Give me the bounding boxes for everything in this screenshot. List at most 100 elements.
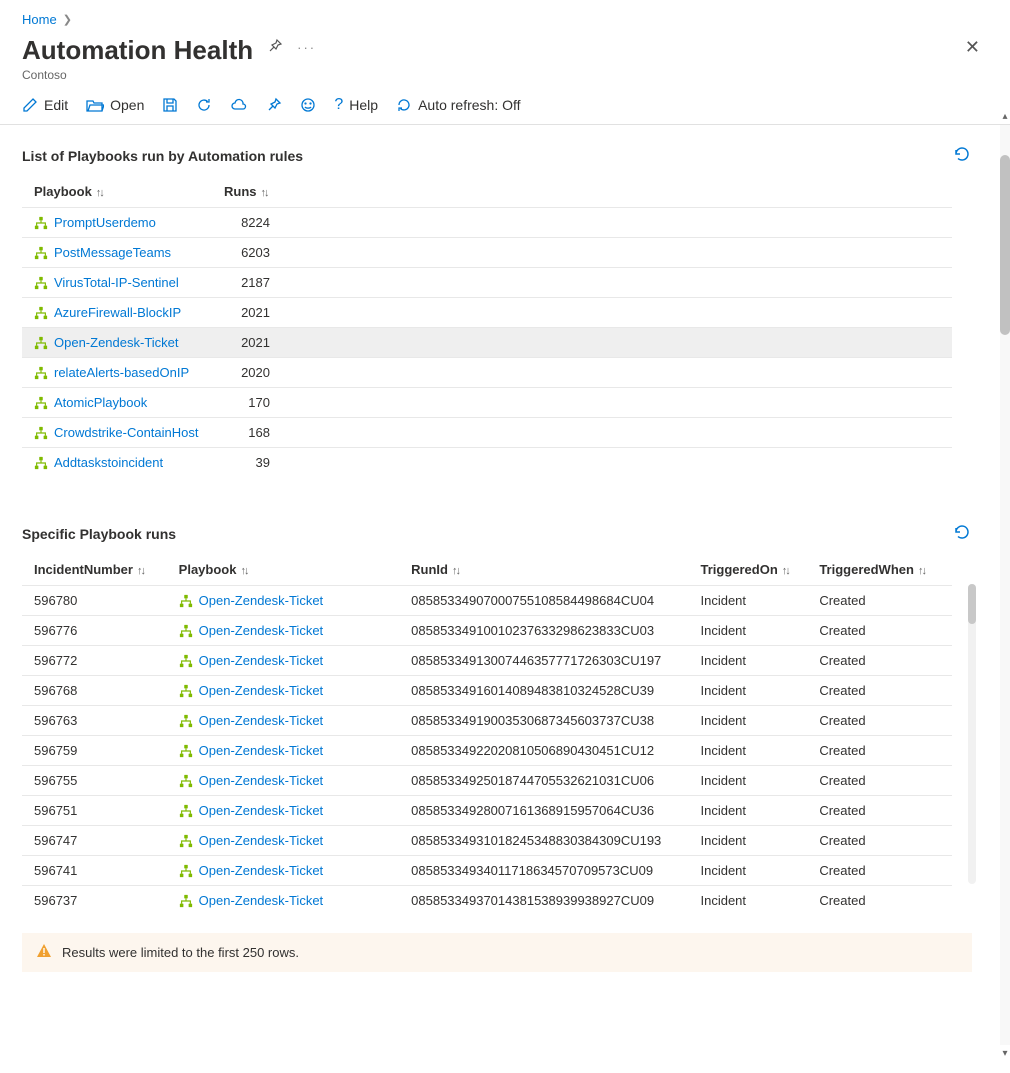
playbook-link[interactable]: Open-Zendesk-Ticket [199, 773, 324, 788]
col-triggeredwhen[interactable]: TriggeredWhen↑↓ [807, 554, 952, 586]
triggered-on: Incident [688, 766, 807, 796]
logicapp-icon [179, 834, 193, 848]
playbook-link[interactable]: Addtaskstoincident [54, 455, 163, 470]
table-row[interactable]: Addtaskstoincident 39 [22, 448, 952, 478]
run-id: 08585334916014089483810324528CU39 [399, 676, 688, 706]
table-row[interactable]: AzureFirewall-BlockIP 2021 [22, 298, 952, 328]
table-row[interactable]: 596741Open-Zendesk-Ticket085853349340117… [22, 856, 952, 886]
triggered-on: Incident [688, 796, 807, 826]
playbook-link[interactable]: PromptUserdemo [54, 215, 156, 230]
playbook-link[interactable]: Crowdstrike-ContainHost [54, 425, 199, 440]
run-id: 08585334910010237633298623833CU03 [399, 616, 688, 646]
section2-title: Specific Playbook runs [22, 526, 176, 542]
logicapp-icon [179, 654, 193, 668]
cloud-icon[interactable] [230, 98, 248, 112]
run-id: 08585334931018245348830384309CU193 [399, 826, 688, 856]
playbook-link[interactable]: PostMessageTeams [54, 245, 171, 260]
autorefresh-button[interactable]: Auto refresh: Off [396, 97, 520, 113]
run-id: 08585334913007446357771726303CU197 [399, 646, 688, 676]
page-scrollbar[interactable]: ▴ ▾ [1000, 125, 1010, 1045]
open-button[interactable]: Open [86, 97, 144, 113]
playbook-link[interactable]: VirusTotal-IP-Sentinel [54, 275, 179, 290]
help-button[interactable]: ? Help [334, 96, 378, 114]
playbook-link[interactable]: Open-Zendesk-Ticket [54, 335, 179, 350]
run-id: 08585334919003530687345603737CU38 [399, 706, 688, 736]
triggered-on: Incident [688, 646, 807, 676]
triggered-when: Created [807, 886, 952, 916]
playbook-link[interactable]: AzureFirewall-BlockIP [54, 305, 181, 320]
table-row[interactable]: 596780Open-Zendesk-Ticket085853349070007… [22, 586, 952, 616]
playbook-link[interactable]: Open-Zendesk-Ticket [199, 713, 324, 728]
playbook-link[interactable]: Open-Zendesk-Ticket [199, 653, 324, 668]
pin-icon[interactable] [267, 38, 283, 57]
playbook-link[interactable]: Open-Zendesk-Ticket [199, 863, 324, 878]
table-row[interactable]: 596768Open-Zendesk-Ticket085853349160140… [22, 676, 952, 706]
table-row[interactable]: PostMessageTeams6203 [22, 238, 952, 268]
help-icon: ? [334, 96, 343, 114]
table-row[interactable]: 596776 Open-Zendesk-Ticket 085853349100102… [22, 616, 952, 646]
playbook-link[interactable]: Open-Zendesk-Ticket [199, 593, 324, 608]
triggered-on: Incident [688, 856, 807, 886]
logicapp-icon [179, 774, 193, 788]
table-row[interactable]: 596772Open-Zendesk-Ticket085853349130074… [22, 646, 952, 676]
playbook-link[interactable]: AtomicPlaybook [54, 395, 147, 410]
table-row[interactable]: PromptUserdemo8224 [22, 208, 952, 238]
runs-value: 39 [212, 448, 282, 478]
triggered-when: Created [807, 796, 952, 826]
triggered-when: Created [807, 706, 952, 736]
logicapp-icon [179, 864, 193, 878]
runs-value: 170 [212, 388, 282, 418]
table-row[interactable]: VirusTotal-IP-Sentinel2187 [22, 268, 952, 298]
more-icon[interactable]: ··· [297, 40, 316, 55]
table-row[interactable]: relateAlerts-basedOnIP 2020 [22, 358, 952, 388]
undo-icon[interactable] [952, 145, 970, 166]
table-row[interactable]: 596759Open-Zendesk-Ticket085853349220208… [22, 736, 952, 766]
incident-number: 596776 [22, 616, 167, 646]
logicapp-icon [34, 216, 48, 230]
save-icon[interactable] [162, 97, 178, 113]
logicapp-icon [34, 276, 48, 290]
playbook-link[interactable]: Open-Zendesk-Ticket [199, 743, 324, 758]
runs-value: 2020 [212, 358, 282, 388]
playbook-link[interactable]: relateAlerts-basedOnIP [54, 365, 189, 380]
table-row[interactable]: 596751Open-Zendesk-Ticket085853349280071… [22, 796, 952, 826]
incident-number: 596755 [22, 766, 167, 796]
table-scrollbar[interactable] [968, 584, 976, 884]
playbook-link[interactable]: Open-Zendesk-Ticket [199, 623, 324, 638]
col-runid[interactable]: RunId↑↓ [399, 554, 688, 586]
pin-toolbar-icon[interactable] [266, 97, 282, 113]
col-incident[interactable]: IncidentNumber↑↓ [22, 554, 167, 586]
triggered-when: Created [807, 766, 952, 796]
close-icon[interactable]: ✕ [957, 33, 988, 62]
breadcrumb-home[interactable]: Home [22, 12, 57, 27]
undo-icon[interactable] [952, 523, 970, 544]
table-row[interactable]: 596755Open-Zendesk-Ticket085853349250187… [22, 766, 952, 796]
table-row[interactable]: 596747Open-Zendesk-Ticket085853349310182… [22, 826, 952, 856]
warning-icon [36, 943, 52, 962]
triggered-on: Incident [688, 586, 807, 616]
col-playbook2[interactable]: Playbook↑↓ [167, 554, 400, 586]
runs-value: 2021 [212, 298, 282, 328]
playbook-link[interactable]: Open-Zendesk-Ticket [199, 833, 324, 848]
subtitle: Contoso [22, 68, 988, 82]
playbook-link[interactable]: Open-Zendesk-Ticket [199, 683, 324, 698]
autorefresh-label: Auto refresh: Off [418, 97, 520, 113]
table-row[interactable]: AtomicPlaybook 170 [22, 388, 952, 418]
feedback-icon[interactable] [300, 97, 316, 113]
col-triggeredon[interactable]: TriggeredOn↑↓ [688, 554, 807, 586]
triggered-when: Created [807, 586, 952, 616]
col-playbook[interactable]: Playbook↑↓ [22, 176, 212, 208]
table-row[interactable]: Open-Zendesk-Ticket2021 [22, 328, 952, 358]
edit-button[interactable]: Edit [22, 97, 68, 113]
refresh-icon[interactable] [196, 97, 212, 113]
table-row[interactable]: 596763Open-Zendesk-Ticket085853349190035… [22, 706, 952, 736]
incident-number: 596751 [22, 796, 167, 826]
col-runs[interactable]: Runs↑↓ [212, 176, 282, 208]
logicapp-icon [34, 396, 48, 410]
page-title: Automation Health [22, 35, 253, 66]
playbook-link[interactable]: Open-Zendesk-Ticket [199, 803, 324, 818]
table-row[interactable]: Crowdstrike-ContainHost168 [22, 418, 952, 448]
table-row[interactable]: 596737Open-Zendesk-Ticket085853349370143… [22, 886, 952, 916]
playbook-link[interactable]: Open-Zendesk-Ticket [199, 893, 324, 908]
triggered-when: Created [807, 646, 952, 676]
